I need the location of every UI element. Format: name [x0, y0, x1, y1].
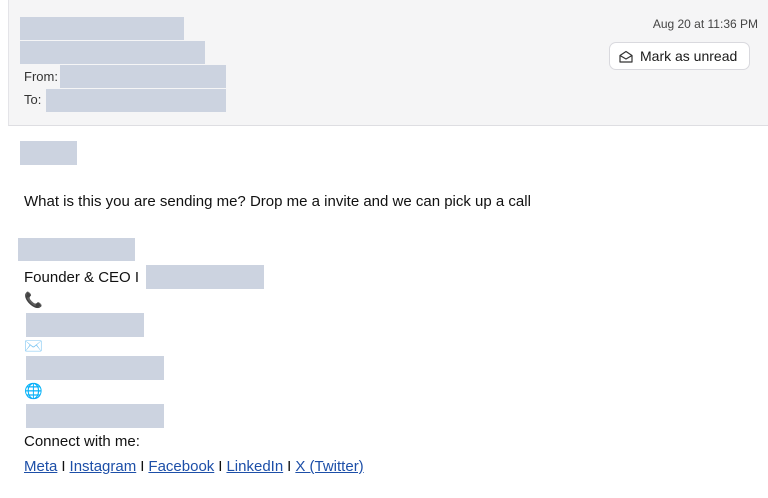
mark-as-unread-label: Mark as unread — [640, 48, 738, 64]
link-separator: I — [61, 458, 66, 475]
link-separator: I — [287, 458, 292, 475]
globe-icon: 🌐 — [24, 383, 43, 400]
redacted-email — [26, 356, 164, 380]
timestamp: Aug 20 at 11:36 PM — [652, 17, 758, 31]
x-twitter-link[interactable]: X (Twitter) — [295, 458, 363, 475]
social-links: Meta I Instagram I Facebook I LinkedIn I X (Twit… — [24, 458, 364, 475]
redacted-recipient — [46, 89, 226, 112]
redacted-company — [146, 265, 264, 289]
redacted-subject — [20, 17, 184, 40]
mark-as-unread-button[interactable]: Mark as unread — [609, 42, 750, 70]
envelope-open-icon — [619, 50, 633, 63]
redacted-sender-name — [20, 41, 205, 64]
redacted-sender-address — [60, 65, 226, 88]
redacted-phone — [26, 313, 144, 337]
email-icon: ✉️ — [24, 338, 43, 355]
to-label: To: — [24, 92, 42, 107]
link-separator: I — [218, 458, 223, 475]
linkedin-link[interactable]: LinkedIn — [226, 458, 283, 475]
instagram-link[interactable]: Instagram — [70, 458, 137, 475]
link-separator: I — [140, 458, 145, 475]
redacted-greeting — [20, 141, 77, 165]
signature-title: Founder & CEO I — [24, 269, 140, 286]
phone-icon: 📞 — [24, 292, 43, 309]
from-label: From: — [24, 69, 58, 84]
connect-label: Connect with me: — [24, 433, 140, 450]
meta-link[interactable]: Meta — [24, 458, 57, 475]
facebook-link[interactable]: Facebook — [148, 458, 214, 475]
redacted-signature-name — [18, 238, 135, 261]
message-body: What is this you are sending me? Drop me… — [24, 193, 531, 210]
redacted-website — [26, 404, 164, 428]
